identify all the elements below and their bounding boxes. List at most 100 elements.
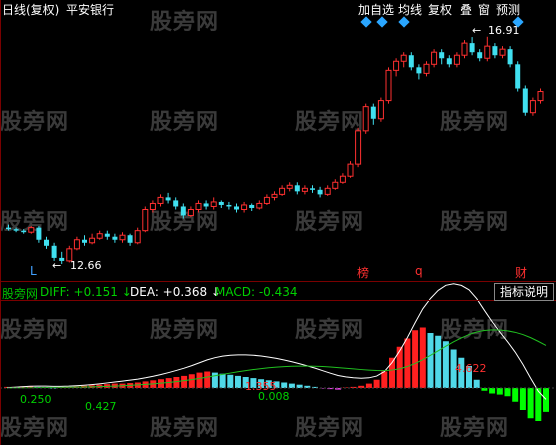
indicator-help-button[interactable]: 指标说明 bbox=[494, 283, 554, 301]
candle[interactable] bbox=[13, 229, 19, 231]
candle[interactable] bbox=[51, 245, 57, 258]
candle[interactable] bbox=[149, 202, 156, 210]
candle[interactable] bbox=[362, 106, 369, 132]
candle[interactable] bbox=[165, 197, 171, 201]
candle[interactable] bbox=[332, 181, 339, 189]
macd-bar bbox=[219, 373, 226, 388]
candle[interactable] bbox=[484, 45, 491, 59]
macd-bar bbox=[527, 388, 534, 419]
candle[interactable] bbox=[492, 46, 498, 56]
macd-label: 4.622 bbox=[455, 362, 487, 375]
candle[interactable] bbox=[431, 51, 438, 65]
candle[interactable] bbox=[477, 52, 483, 59]
candle[interactable] bbox=[279, 187, 286, 195]
candle[interactable] bbox=[234, 206, 239, 210]
macd-bar bbox=[473, 379, 480, 388]
candle[interactable] bbox=[263, 196, 270, 204]
candle[interactable] bbox=[112, 236, 118, 240]
candle[interactable] bbox=[393, 60, 400, 71]
high-arrow-icon: ← bbox=[472, 24, 482, 37]
macd-bar bbox=[381, 371, 388, 388]
candle[interactable] bbox=[82, 239, 87, 243]
macd-bar bbox=[204, 371, 211, 388]
candle[interactable] bbox=[355, 130, 362, 165]
candle[interactable] bbox=[44, 239, 49, 246]
indicator-header-divider bbox=[0, 300, 556, 301]
macd-bar bbox=[281, 382, 288, 388]
candle[interactable] bbox=[324, 187, 331, 195]
macd-bar bbox=[396, 346, 403, 388]
candle[interactable] bbox=[370, 106, 376, 119]
candle[interactable] bbox=[385, 69, 392, 102]
candle[interactable] bbox=[499, 48, 506, 56]
candlestick-chart[interactable] bbox=[0, 0, 556, 445]
macd-bar bbox=[496, 388, 503, 395]
candle[interactable] bbox=[416, 67, 422, 74]
candle[interactable] bbox=[507, 49, 513, 65]
candle[interactable] bbox=[339, 175, 346, 183]
candle[interactable] bbox=[142, 209, 149, 232]
candle[interactable] bbox=[210, 201, 217, 207]
marker-q[interactable]: q bbox=[415, 264, 423, 278]
candle[interactable] bbox=[461, 42, 468, 56]
candle[interactable] bbox=[256, 202, 263, 209]
candle[interactable] bbox=[195, 202, 202, 210]
macd-bar bbox=[196, 372, 203, 388]
diff-value: DIFF: +0.151 ↓ bbox=[40, 285, 132, 299]
candle[interactable] bbox=[446, 58, 452, 65]
candle[interactable] bbox=[226, 204, 232, 207]
candle[interactable] bbox=[377, 100, 384, 120]
dea-value: DEA: +0.368 ↓ bbox=[130, 285, 221, 299]
candle[interactable] bbox=[104, 233, 110, 237]
marker-L[interactable]: L bbox=[30, 264, 37, 278]
candle[interactable] bbox=[28, 227, 35, 233]
high-price-label: 16.91 bbox=[488, 24, 520, 37]
macd-bar bbox=[288, 383, 295, 388]
candle[interactable] bbox=[180, 206, 186, 216]
candle[interactable] bbox=[89, 237, 96, 244]
candle[interactable] bbox=[21, 230, 27, 233]
candle[interactable] bbox=[400, 54, 407, 62]
candle[interactable] bbox=[439, 52, 445, 59]
candle[interactable] bbox=[249, 204, 255, 208]
candle[interactable] bbox=[173, 200, 179, 207]
candle[interactable] bbox=[515, 64, 521, 89]
candle[interactable] bbox=[134, 230, 141, 244]
candle[interactable] bbox=[286, 184, 293, 189]
indicator-name[interactable]: 股旁网 bbox=[2, 285, 38, 302]
candle[interactable] bbox=[203, 203, 209, 207]
candle[interactable] bbox=[537, 91, 544, 102]
candle[interactable] bbox=[522, 88, 528, 113]
macd-label: 0.250 bbox=[20, 393, 52, 406]
candle[interactable] bbox=[127, 235, 133, 243]
marker-finance[interactable]: 财 bbox=[515, 264, 527, 281]
candle[interactable] bbox=[218, 201, 224, 205]
macd-bar bbox=[373, 379, 380, 388]
candle[interactable] bbox=[36, 227, 42, 240]
candle[interactable] bbox=[529, 100, 536, 114]
macd-bar bbox=[235, 375, 241, 388]
candle[interactable] bbox=[317, 189, 323, 195]
macd-bar bbox=[188, 374, 195, 388]
candle[interactable] bbox=[96, 233, 103, 239]
candle[interactable] bbox=[187, 209, 194, 217]
candle[interactable] bbox=[453, 54, 460, 65]
candle[interactable] bbox=[408, 55, 414, 68]
candle[interactable] bbox=[119, 234, 126, 241]
candle[interactable] bbox=[301, 187, 308, 192]
candle[interactable] bbox=[157, 196, 164, 204]
low-price-label: 12.66 bbox=[70, 259, 102, 272]
candle[interactable] bbox=[294, 185, 300, 192]
candle[interactable] bbox=[423, 63, 430, 74]
candle[interactable] bbox=[310, 188, 315, 190]
candle[interactable] bbox=[241, 204, 248, 210]
candle[interactable] bbox=[73, 239, 80, 250]
candle[interactable] bbox=[469, 43, 475, 53]
macd-bar bbox=[173, 377, 180, 388]
candle[interactable] bbox=[347, 163, 354, 177]
marker-rank[interactable]: 榜 bbox=[357, 264, 369, 281]
macd-bar bbox=[504, 388, 511, 397]
macd-bar bbox=[512, 388, 519, 402]
candle[interactable] bbox=[6, 227, 11, 230]
candle[interactable] bbox=[271, 193, 278, 198]
